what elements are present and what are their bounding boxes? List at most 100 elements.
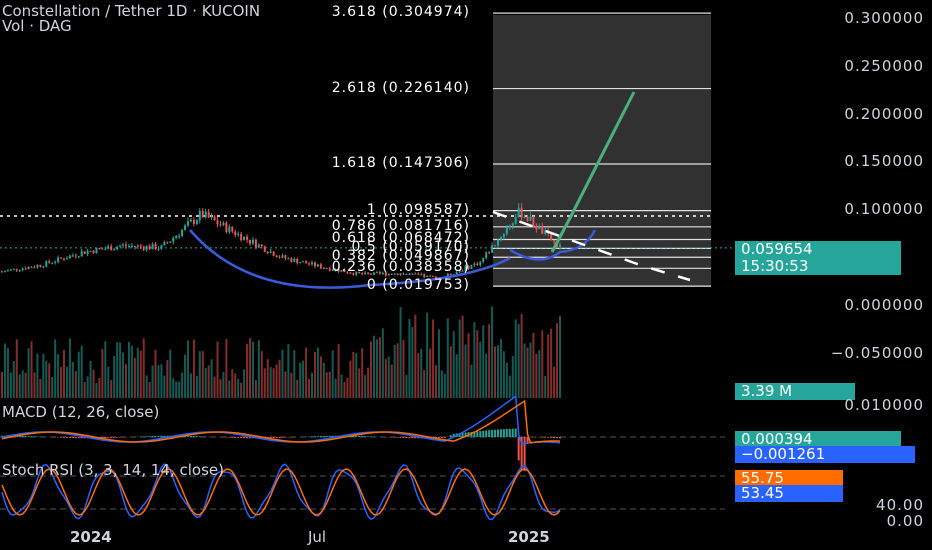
volume-bar [452, 331, 455, 398]
volume-bar [429, 348, 432, 398]
volume-bar [192, 339, 195, 398]
candle-body [479, 261, 482, 265]
macd-histogram-bar [393, 437, 396, 438]
volume-bar [207, 365, 210, 398]
volume-bar [526, 347, 529, 398]
volume-bar [331, 350, 334, 398]
candle-body [60, 257, 63, 259]
macd-histogram-bar [71, 437, 74, 439]
candle-body [251, 239, 254, 244]
volume-bar [435, 365, 437, 398]
macd-histogram-bar [77, 437, 80, 439]
macd-histogram-bar [234, 437, 237, 438]
volume-bar [532, 332, 535, 398]
volume-bar [559, 315, 561, 398]
volume-bar [136, 347, 139, 398]
volume-bar [278, 359, 281, 398]
stoch-title: Stoch RSI (3, 3, 14, 14, close) [2, 461, 224, 479]
volume-bar [281, 349, 284, 398]
macd-histogram-bar [60, 437, 63, 438]
macd-histogram-bar [225, 437, 228, 438]
candle-body [538, 225, 541, 230]
price-axis-label: 0.200000 [844, 104, 924, 123]
candle-body [125, 244, 127, 247]
macd-histogram-bar [488, 430, 491, 437]
volume-bar [251, 341, 254, 398]
candle-body [198, 210, 201, 221]
volume-bar [187, 340, 189, 398]
macd-histogram-bar [491, 429, 494, 437]
volume-bar [222, 372, 225, 398]
macd-histogram-bar [157, 435, 160, 437]
candle-body [508, 225, 511, 228]
candle-body [116, 246, 119, 250]
volume-bar [104, 341, 107, 398]
volume-bar [432, 319, 435, 398]
volume-bar [249, 338, 251, 398]
volume-bar [547, 334, 550, 398]
volume-bar [216, 341, 219, 398]
macd-histogram-bar [517, 437, 520, 461]
volume-bar [426, 312, 429, 398]
candle-body [136, 245, 139, 247]
macd-histogram-bar [505, 428, 508, 437]
volume-bar [65, 366, 68, 398]
candle-body [305, 261, 308, 264]
candle-body [145, 245, 148, 250]
candle-body [160, 245, 163, 249]
candle-body [63, 258, 65, 260]
volume-bar [461, 315, 464, 398]
volume-bar [384, 359, 387, 398]
candle-body [166, 242, 169, 244]
candle-body [269, 251, 272, 254]
fib-level-label: 3.618 (0.304974) [331, 4, 470, 21]
candle-body [470, 265, 473, 269]
candle-body [497, 239, 499, 246]
candle-body [189, 219, 192, 222]
volume-bars [1, 306, 561, 398]
macd-histogram-bar [508, 428, 511, 437]
candle-body [260, 244, 263, 247]
candle-body [95, 247, 98, 254]
macd-histogram-bar [36, 436, 39, 437]
volume-bar [142, 338, 145, 398]
candle-body [24, 268, 27, 270]
candle-body [148, 245, 151, 250]
macd-title: MACD (12, 26, close) [2, 403, 160, 421]
candle-body [296, 258, 299, 264]
macd-histogram-bar [231, 437, 234, 438]
volume-bar [517, 324, 520, 398]
candle-body [316, 264, 319, 267]
macd-histogram-bar [476, 431, 479, 437]
volume-bar [302, 360, 305, 398]
macd-histogram-bar [74, 437, 77, 439]
volume-bar [15, 339, 18, 398]
macd-histogram-bar [195, 436, 198, 437]
volume-bar [21, 370, 24, 398]
macd-histogram-bar [237, 437, 240, 439]
candle-body [21, 268, 24, 271]
candle-body [228, 226, 231, 233]
candle-body [15, 268, 18, 271]
macd-histogram-bar [311, 436, 313, 437]
volume-bar [440, 370, 443, 398]
macd-histogram-bar [544, 437, 547, 438]
volume-bar [340, 374, 343, 398]
candle-body [517, 207, 520, 218]
signal-value-badge: −0.001261 [735, 446, 915, 463]
volume-bar [458, 319, 461, 398]
candle-body [494, 245, 497, 247]
candle-body [293, 258, 296, 262]
macd-histogram-bar [80, 437, 83, 439]
volume-bar [51, 377, 54, 398]
volume-bar [275, 364, 278, 398]
volume-bar [322, 362, 325, 398]
macd-histogram-bar [411, 437, 414, 439]
volume-bar [423, 370, 426, 398]
candle-body [325, 267, 328, 269]
macd-histogram-bar [243, 437, 246, 439]
volume-bar [60, 366, 63, 398]
candle-body [526, 216, 529, 221]
volume-bar [201, 351, 204, 398]
candle-body [319, 264, 322, 269]
